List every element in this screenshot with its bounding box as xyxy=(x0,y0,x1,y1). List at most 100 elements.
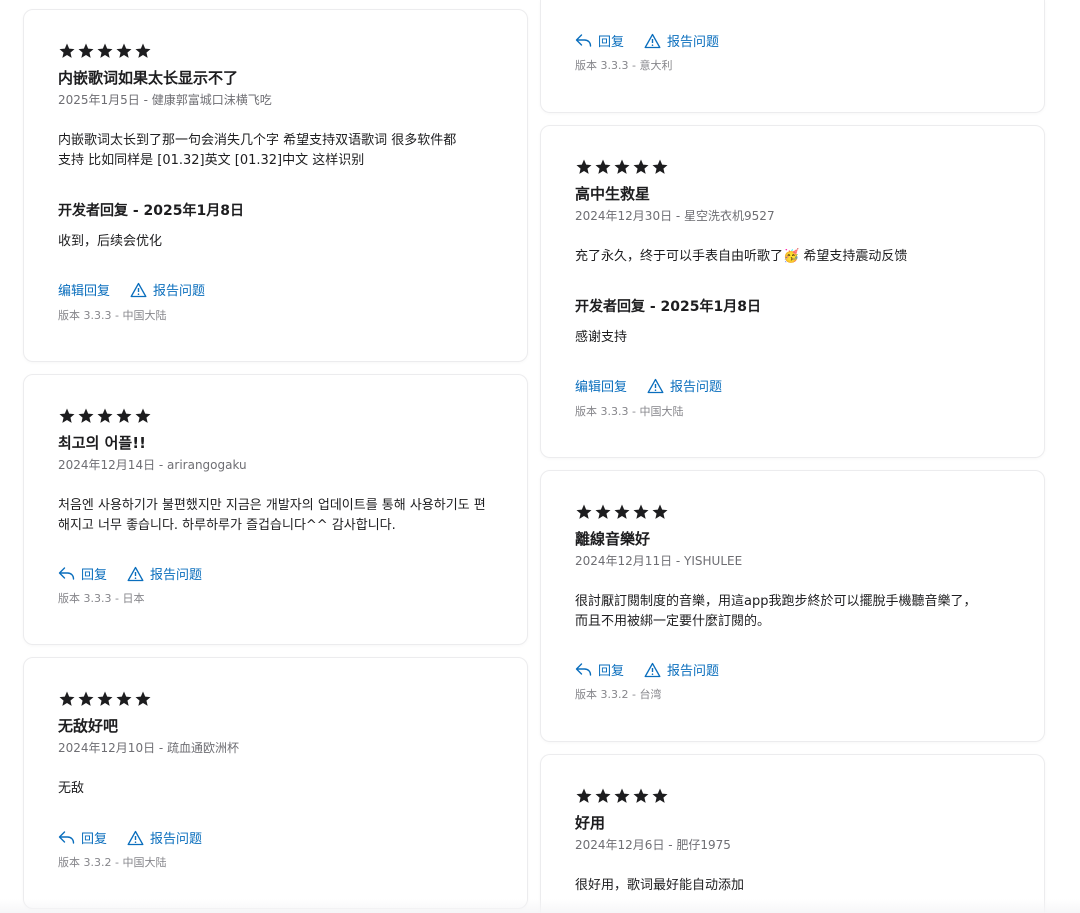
star-icon xyxy=(651,158,669,176)
version-info: 版本 3.3.2 - 中国大陆 xyxy=(58,856,167,869)
review-title: 无敌好吧 xyxy=(58,717,119,735)
star-rating xyxy=(575,158,669,176)
review-body: 充了永久，终于可以手表自由听歌了🥳 希望支持震动反馈 xyxy=(575,247,1015,267)
report-problem-link[interactable]: 报告问题 xyxy=(127,564,202,583)
star-icon xyxy=(77,42,95,60)
star-icon xyxy=(77,407,95,425)
report-problem-link[interactable]: 报告问题 xyxy=(127,828,202,847)
edit-reply-link[interactable]: 编辑回复 xyxy=(575,376,627,395)
star-icon xyxy=(613,158,631,176)
review-meta: 2024年12月30日 - 星空洗衣机9527 xyxy=(575,209,775,223)
review-body-line: 内嵌歌词太长到了那一句会消失几个字 希望支持双语歌词 很多软件都 xyxy=(58,133,457,148)
bottom-fade xyxy=(0,899,1080,913)
review-body-line: 支持 比如同样是 [01.32]英文 [01.32]中文 这样识别 xyxy=(58,153,365,168)
warning-triangle-icon xyxy=(647,378,664,393)
star-rating xyxy=(58,42,152,60)
review-body-line: 无敌 xyxy=(58,781,85,796)
reply-arrow-icon xyxy=(58,567,75,580)
star-icon xyxy=(632,158,650,176)
report-problem-label: 报告问题 xyxy=(153,284,206,299)
version-info: 版本 3.3.3 - 中国大陆 xyxy=(575,405,684,418)
review-body-line: 처음엔 사용하기가 불편했지만 지금은 개발자의 업데이트를 통해 사용하기도 … xyxy=(58,498,486,513)
star-icon xyxy=(115,407,133,425)
reply-link[interactable]: 回复 xyxy=(575,31,624,50)
star-icon xyxy=(575,158,593,176)
review-card: 无敌好吧 2024年12月10日 - 疏血通欧洲杯 无敌 回复 报告问题 版本 … xyxy=(23,657,528,909)
star-icon xyxy=(96,42,114,60)
star-icon xyxy=(651,503,669,521)
star-rating xyxy=(58,407,152,425)
report-problem-label: 报告问题 xyxy=(667,35,720,50)
review-meta: 2024年12月11日 - YISHULEE xyxy=(575,554,743,568)
reply-link[interactable]: 回复 xyxy=(575,660,624,679)
report-problem-link[interactable]: 报告问题 xyxy=(644,31,719,50)
star-icon xyxy=(575,503,593,521)
reply-label: 回复 xyxy=(81,832,108,847)
warning-triangle-icon xyxy=(127,566,144,581)
report-problem-label: 报告问题 xyxy=(150,832,203,847)
star-icon xyxy=(58,690,76,708)
review-body: 无敌 xyxy=(58,779,498,799)
review-title: 内嵌歌词如果太长显示不了 xyxy=(58,69,239,87)
reply-link[interactable]: 回复 xyxy=(58,828,107,847)
reply-arrow-icon xyxy=(575,663,592,676)
star-icon xyxy=(115,690,133,708)
review-actions: 编辑回复 报告问题 xyxy=(575,376,742,395)
star-rating xyxy=(575,787,669,805)
review-body: 内嵌歌词太长到了那一句会消失几个字 希望支持双语歌词 很多软件都 支持 比如同样… xyxy=(58,131,498,171)
star-icon xyxy=(575,787,593,805)
review-card: 回复 报告问题 版本 3.3.3 - 意大利 xyxy=(540,0,1045,113)
star-icon xyxy=(115,42,133,60)
star-icon xyxy=(632,787,650,805)
star-icon xyxy=(613,787,631,805)
warning-triangle-icon xyxy=(130,282,147,297)
review-body-line: 해지고 너무 좋습니다. 하루하루가 즐겁습니다^^ 감사합니다. xyxy=(58,518,396,533)
star-icon xyxy=(651,787,669,805)
developer-response-title: 开发者回复 - 2025年1月8日 xyxy=(575,299,762,315)
review-meta: 2024年12月6日 - 肥仔1975 xyxy=(575,838,731,852)
review-body-line: 而且不用被綁一定要什麼訂閱的。 xyxy=(575,614,771,629)
star-icon xyxy=(77,690,95,708)
version-info: 版本 3.3.2 - 台湾 xyxy=(575,688,662,701)
star-icon xyxy=(96,407,114,425)
review-meta: 2024年12月10日 - 疏血通欧洲杯 xyxy=(58,741,240,755)
star-icon xyxy=(594,503,612,521)
edit-reply-link[interactable]: 编辑回复 xyxy=(58,280,110,299)
review-body-line: 充了永久，终于可以手表自由听歌了🥳 希望支持震动反馈 xyxy=(575,249,908,264)
report-problem-link[interactable]: 报告问题 xyxy=(647,376,722,395)
star-icon xyxy=(594,158,612,176)
star-icon xyxy=(96,690,114,708)
report-problem-label: 报告问题 xyxy=(667,664,720,679)
review-card: 離線音樂好 2024年12月11日 - YISHULEE 很討厭訂閱制度的音樂，… xyxy=(540,470,1045,742)
review-card: 好用 2024年12月6日 - 肥仔1975 很好用，歌词最好能自动添加 xyxy=(540,754,1045,913)
review-meta: 2024年12月14日 - arirangogaku xyxy=(58,458,247,472)
review-title: 好用 xyxy=(575,814,606,832)
star-icon xyxy=(613,503,631,521)
developer-response-body: 收到，后续会优化 xyxy=(58,234,163,249)
review-actions: 回复 报告问题 xyxy=(58,564,222,583)
reply-link[interactable]: 回复 xyxy=(58,564,107,583)
developer-response-body: 感谢支持 xyxy=(575,330,628,345)
report-problem-link[interactable]: 报告问题 xyxy=(644,660,719,679)
edit-reply-label: 编辑回复 xyxy=(58,284,111,299)
report-problem-label: 报告问题 xyxy=(150,568,203,583)
review-card: 최고의 어플!! 2024年12月14日 - arirangogaku 처음엔 … xyxy=(23,374,528,645)
edit-reply-label: 编辑回复 xyxy=(575,380,628,395)
developer-response-title: 开发者回复 - 2025年1月8日 xyxy=(58,203,245,219)
review-card: 高中生救星 2024年12月30日 - 星空洗衣机9527 充了永久，终于可以手… xyxy=(540,125,1045,458)
version-info: 版本 3.3.3 - 日本 xyxy=(58,592,145,605)
warning-triangle-icon xyxy=(127,830,144,845)
review-actions: 回复 报告问题 xyxy=(575,31,739,50)
review-body: 很好用，歌词最好能自动添加 xyxy=(575,876,1015,896)
review-body: 처음엔 사용하기가 불편했지만 지금은 개발자의 업데이트를 통해 사용하기도 … xyxy=(58,496,498,536)
report-problem-link[interactable]: 报告问题 xyxy=(130,280,205,299)
reply-label: 回复 xyxy=(598,664,625,679)
star-icon xyxy=(594,787,612,805)
version-info: 版本 3.3.3 - 意大利 xyxy=(575,59,673,72)
star-icon xyxy=(134,42,152,60)
reply-arrow-icon xyxy=(58,831,75,844)
star-rating xyxy=(575,503,669,521)
review-title: 離線音樂好 xyxy=(575,530,651,548)
reply-label: 回复 xyxy=(598,35,625,50)
review-actions: 回复 报告问题 xyxy=(575,660,739,679)
